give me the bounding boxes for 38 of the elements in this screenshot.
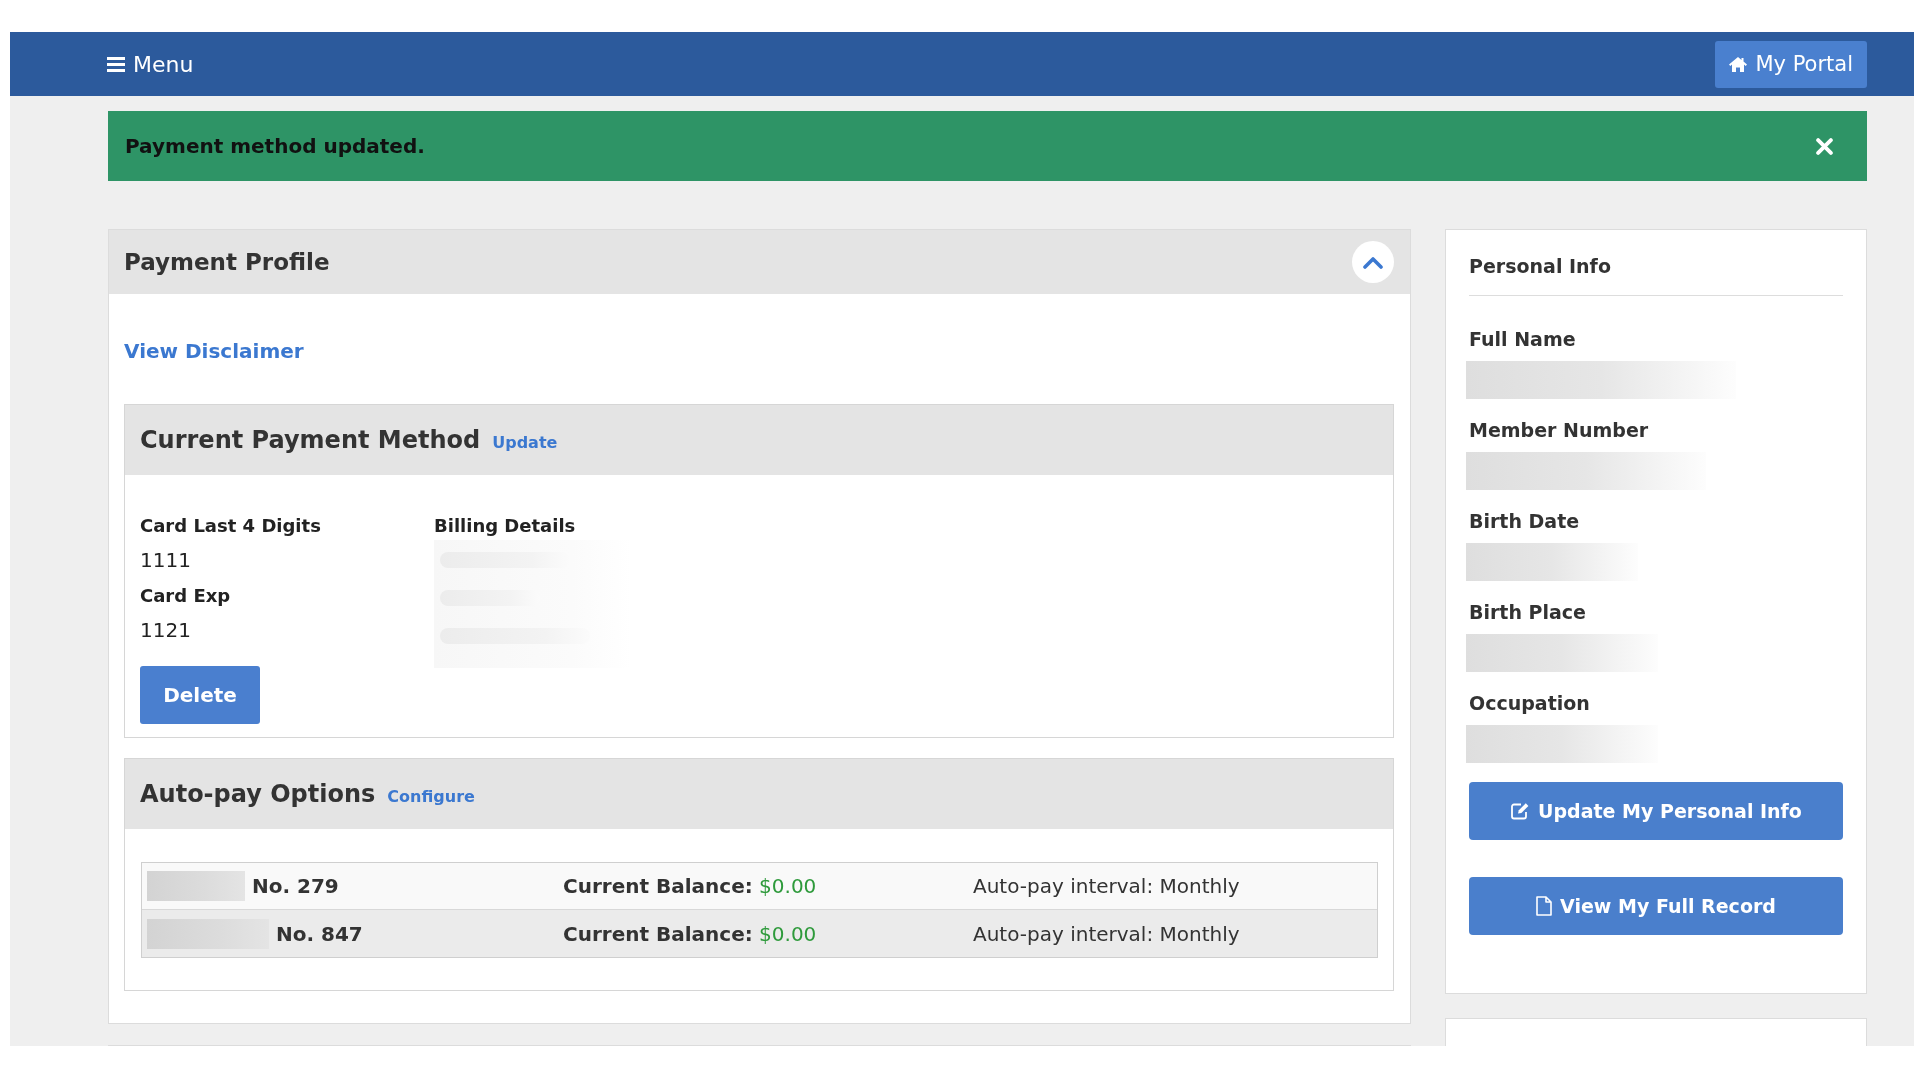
- field-label: Full Name: [1469, 328, 1576, 350]
- field-label: Birth Date: [1469, 510, 1580, 532]
- view-record-button[interactable]: View My Full Record: [1469, 877, 1843, 935]
- delete-button[interactable]: Delete: [140, 666, 260, 724]
- field-value: 1111: [140, 548, 191, 572]
- panel-title: Payment Profile: [124, 249, 330, 275]
- close-icon[interactable]: [1816, 137, 1833, 155]
- autopay-interval: Auto-pay interval: Monthly: [973, 921, 1240, 946]
- home-icon: [1729, 56, 1748, 72]
- balance-label: Current Balance:: [563, 874, 753, 898]
- update-info-button[interactable]: Update My Personal Info: [1469, 782, 1843, 840]
- field-label: Card Exp: [140, 585, 231, 606]
- balance-amount: $0.00: [759, 921, 817, 946]
- autopay-interval: Auto-pay interval: Monthly: [973, 874, 1240, 898]
- disclaimer-link[interactable]: View Disclaimer: [124, 339, 304, 363]
- document-icon: [1536, 896, 1553, 916]
- account-number: No. 279: [252, 874, 339, 898]
- balance-label: Current Balance:: [563, 921, 753, 946]
- alert-message: Payment method updated.: [125, 134, 425, 158]
- configure-link[interactable]: Configure: [387, 787, 475, 806]
- update-link[interactable]: Update: [492, 433, 558, 452]
- field-label: Billing Details: [434, 515, 576, 536]
- menu-button[interactable]: Menu: [107, 49, 194, 79]
- balance-amount: $0.00: [759, 874, 817, 898]
- card-title: Personal Info: [1469, 255, 1611, 277]
- field-label: Birth Place: [1469, 601, 1586, 623]
- portal-button[interactable]: My Portal: [1715, 40, 1867, 88]
- menu-icon: [107, 56, 125, 72]
- subpanel-title: Auto-pay Options: [140, 780, 376, 808]
- collapse-button[interactable]: [1352, 241, 1394, 283]
- edit-icon: [1510, 802, 1531, 820]
- subpanel-title: Current Payment Method: [140, 426, 481, 454]
- field-value: 1121: [140, 618, 191, 642]
- field-label: Occupation: [1469, 692, 1590, 714]
- field-label: Card Last 4 Digits: [140, 515, 321, 536]
- account-number: No. 847: [276, 921, 363, 946]
- field-label: Member Number: [1469, 419, 1649, 441]
- chevron-up-icon: [1363, 255, 1383, 269]
